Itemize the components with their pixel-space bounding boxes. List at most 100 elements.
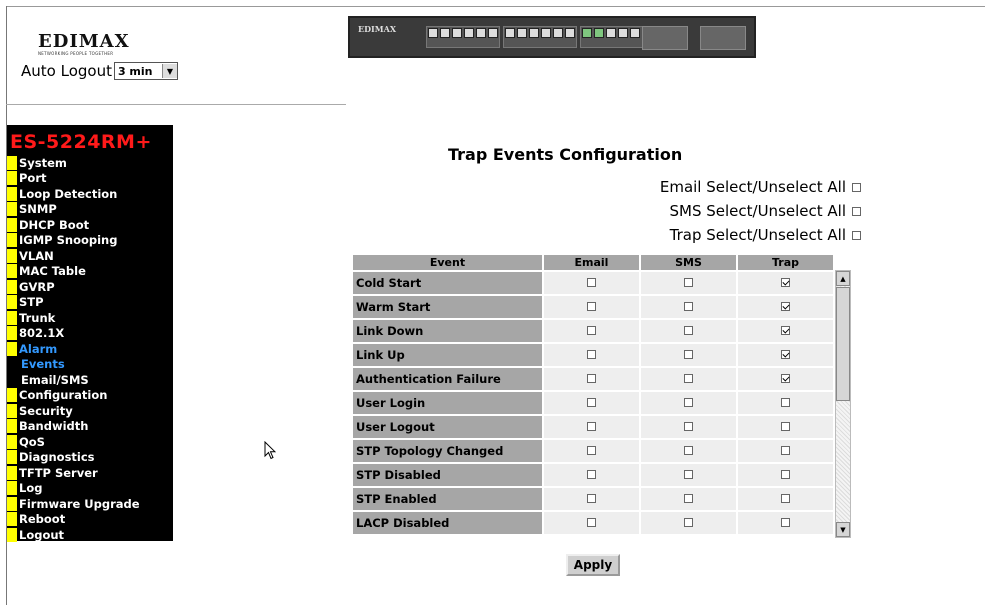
sms-checkbox[interactable] bbox=[683, 446, 693, 455]
auto-logout-select[interactable]: 3 min ▼ bbox=[113, 62, 178, 80]
sidebar-item-igmp-snooping[interactable]: IGMP Snooping bbox=[7, 233, 173, 249]
trap-checkbox[interactable] bbox=[780, 518, 790, 527]
trap-checkbox[interactable] bbox=[780, 302, 790, 311]
email-checkbox[interactable] bbox=[586, 518, 596, 527]
menu-bullet-icon bbox=[7, 264, 17, 279]
sidebar-item-system[interactable]: System bbox=[7, 155, 173, 171]
sidebar-subitem-email-sms[interactable]: Email/SMS bbox=[7, 372, 173, 388]
sidebar-item-port[interactable]: Port bbox=[7, 171, 173, 187]
email-checkbox[interactable] bbox=[586, 398, 596, 407]
table-scrollbar[interactable]: ▲ ▼ bbox=[835, 270, 851, 538]
sidebar-item-mac-table[interactable]: MAC Table bbox=[7, 264, 173, 280]
sidebar-item-configuration[interactable]: Configuration bbox=[7, 388, 173, 404]
email-checkbox[interactable] bbox=[586, 446, 596, 455]
trap-select-all-checkbox[interactable] bbox=[852, 230, 861, 240]
email-checkbox[interactable] bbox=[586, 470, 596, 479]
events-table: Event Email SMS Trap Cold Start Warm Star… bbox=[353, 255, 833, 536]
sms-cell bbox=[640, 512, 736, 534]
sms-checkbox[interactable] bbox=[683, 470, 693, 479]
chevron-down-icon[interactable]: ▼ bbox=[161, 64, 177, 78]
scroll-down-arrow-icon[interactable]: ▼ bbox=[836, 522, 850, 537]
trap-checkbox[interactable] bbox=[780, 350, 790, 359]
sidebar-item-diagnostics[interactable]: Diagnostics bbox=[7, 450, 173, 466]
trap-cell bbox=[737, 488, 833, 510]
sms-checkbox[interactable] bbox=[683, 350, 693, 359]
sms-cell bbox=[640, 416, 736, 438]
sidebar-item-stp[interactable]: STP bbox=[7, 295, 173, 311]
sms-checkbox[interactable] bbox=[683, 494, 693, 503]
trap-cell bbox=[737, 320, 833, 342]
email-cell bbox=[543, 440, 639, 462]
sidebar-item-gvrp[interactable]: GVRP bbox=[7, 279, 173, 295]
email-checkbox[interactable] bbox=[586, 278, 596, 287]
menu-bullet-icon bbox=[7, 465, 17, 480]
email-cell bbox=[543, 296, 639, 318]
trap-cell bbox=[737, 440, 833, 462]
email-checkbox[interactable] bbox=[586, 350, 596, 359]
menu-bullet-icon bbox=[7, 202, 17, 217]
mouse-cursor-icon bbox=[264, 441, 276, 460]
scrollbar-thumb[interactable] bbox=[836, 287, 850, 401]
sidebar-item-trunk[interactable]: Trunk bbox=[7, 310, 173, 326]
sidebar-item-alarm[interactable]: Alarm bbox=[7, 341, 173, 357]
email-select-all-label: Email Select/Unselect All bbox=[659, 178, 846, 196]
sms-checkbox[interactable] bbox=[683, 278, 693, 287]
sidebar-menu: System Port Loop Detection SNMP DHCP Boo… bbox=[7, 155, 173, 543]
sms-checkbox[interactable] bbox=[683, 422, 693, 431]
sidebar-item-dhcp-boot[interactable]: DHCP Boot bbox=[7, 217, 173, 233]
table-row: User Login bbox=[353, 392, 833, 414]
email-select-all-checkbox[interactable] bbox=[852, 182, 861, 192]
sms-select-all-checkbox[interactable] bbox=[852, 206, 861, 216]
email-cell bbox=[543, 368, 639, 390]
sidebar-item-vlan[interactable]: VLAN bbox=[7, 248, 173, 264]
menu-bullet-icon bbox=[7, 310, 17, 325]
sidebar-item-log[interactable]: Log bbox=[7, 481, 173, 497]
sms-checkbox[interactable] bbox=[683, 302, 693, 311]
sms-checkbox[interactable] bbox=[683, 326, 693, 335]
trap-checkbox[interactable] bbox=[780, 470, 790, 479]
trap-checkbox[interactable] bbox=[780, 374, 790, 383]
header-divider bbox=[6, 104, 346, 105]
sidebar-item-snmp[interactable]: SNMP bbox=[7, 202, 173, 218]
menu-bullet-icon bbox=[7, 481, 17, 496]
event-name: Link Down bbox=[353, 320, 542, 342]
sidebar-item-logout[interactable]: Logout bbox=[7, 527, 173, 543]
sms-checkbox[interactable] bbox=[683, 518, 693, 527]
trap-checkbox[interactable] bbox=[780, 398, 790, 407]
table-row: Link Down bbox=[353, 320, 833, 342]
email-checkbox[interactable] bbox=[586, 494, 596, 503]
email-checkbox[interactable] bbox=[586, 374, 596, 383]
trap-checkbox[interactable] bbox=[780, 422, 790, 431]
trap-checkbox[interactable] bbox=[780, 326, 790, 335]
trap-checkbox[interactable] bbox=[780, 494, 790, 503]
sidebar-item-reboot[interactable]: Reboot bbox=[7, 512, 173, 528]
email-checkbox[interactable] bbox=[586, 422, 596, 431]
event-name: STP Disabled bbox=[353, 464, 542, 486]
table-row: Authentication Failure bbox=[353, 368, 833, 390]
email-checkbox[interactable] bbox=[586, 326, 596, 335]
apply-button[interactable]: Apply bbox=[566, 554, 620, 576]
sidebar-item-tftp-server[interactable]: TFTP Server bbox=[7, 465, 173, 481]
menu-bullet-icon bbox=[7, 326, 17, 341]
sidebar-item-firmware-upgrade[interactable]: Firmware Upgrade bbox=[7, 496, 173, 512]
sidebar-subitem-events[interactable]: Events bbox=[7, 357, 173, 373]
sidebar-item-loop-detection[interactable]: Loop Detection bbox=[7, 186, 173, 202]
event-name: Link Up bbox=[353, 344, 542, 366]
sidebar-item-qos[interactable]: QoS bbox=[7, 434, 173, 450]
scroll-up-arrow-icon[interactable]: ▲ bbox=[836, 271, 850, 286]
sidebar-item-security[interactable]: Security bbox=[7, 403, 173, 419]
table-row: STP Disabled bbox=[353, 464, 833, 486]
sms-select-all-label: SMS Select/Unselect All bbox=[669, 202, 847, 220]
event-name: STP Enabled bbox=[353, 488, 542, 510]
menu-bullet-icon bbox=[7, 512, 17, 527]
trap-checkbox[interactable] bbox=[780, 278, 790, 287]
sfp-slot-1 bbox=[642, 26, 688, 50]
sms-checkbox[interactable] bbox=[683, 374, 693, 383]
sidebar-item-bandwidth[interactable]: Bandwidth bbox=[7, 419, 173, 435]
port-bank-1 bbox=[426, 26, 500, 48]
sms-checkbox[interactable] bbox=[683, 398, 693, 407]
menu-bullet-icon bbox=[7, 419, 17, 434]
trap-checkbox[interactable] bbox=[780, 446, 790, 455]
sidebar-item-802-1x[interactable]: 802.1X bbox=[7, 326, 173, 342]
email-checkbox[interactable] bbox=[586, 302, 596, 311]
